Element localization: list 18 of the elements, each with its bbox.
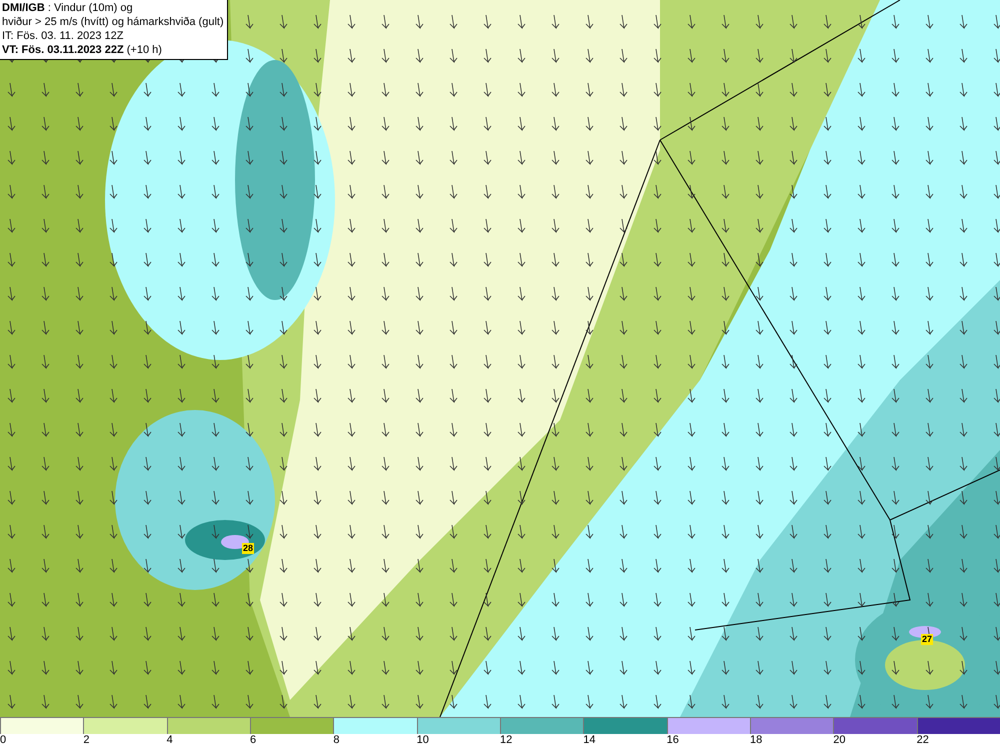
legend-tick-label: 16 (666, 734, 679, 747)
legend-tick-label: 14 (583, 734, 596, 747)
title-line: VT: Fös. 03.11.2023 22Z (+10 h) (2, 43, 163, 57)
gust-label: 27 (921, 634, 934, 645)
legend-tick-label: 4 (166, 734, 173, 747)
title-line: hviður > 25 m/s (hvítt) og hámarkshviða (gult) (2, 15, 224, 29)
gust-label: 28 (242, 543, 254, 554)
legend-tick-label: 12 (500, 734, 512, 747)
title-line: IT: Fös. 03. 11. 2023 12Z (2, 29, 124, 43)
legend-tick-label: 8 (333, 734, 340, 747)
legend-tick-label: 2 (83, 734, 90, 747)
legend-tick-label: 20 (833, 734, 846, 747)
legend-tick-label: 0 (0, 734, 6, 747)
legend-tick-label: 18 (750, 734, 762, 747)
legend-tick-label: 6 (250, 734, 256, 747)
legend-tick-label: 22 (916, 734, 929, 747)
title-line: DMI/IGB : Vindur (10m) og (2, 1, 134, 15)
legend-tick-label: 10 (416, 734, 429, 747)
